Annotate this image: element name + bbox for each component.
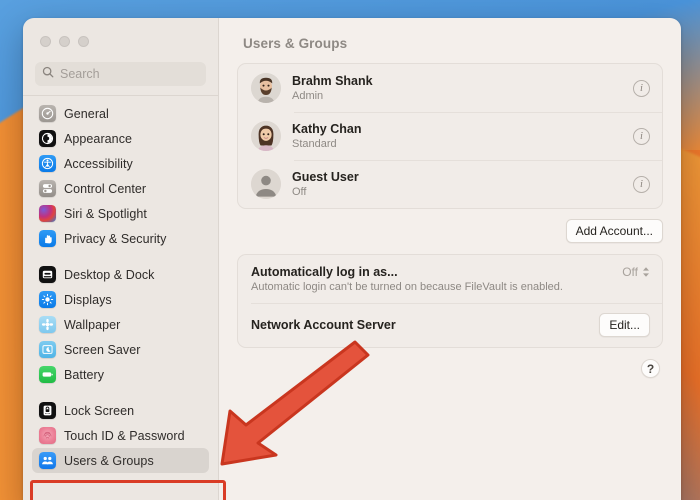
sidebar-item-label: Displays bbox=[64, 292, 112, 307]
setting-title: Automatically log in as... bbox=[251, 265, 398, 279]
help-row: ? bbox=[237, 359, 663, 378]
users-groups-icon bbox=[39, 452, 56, 469]
login-settings-card: Automatically log in as... Off Automatic l… bbox=[237, 254, 663, 348]
touch-id-icon bbox=[39, 427, 56, 444]
sidebar-item-privacy-security[interactable]: Privacy & Security bbox=[32, 226, 209, 251]
setting-top: Automatically log in as... Off bbox=[251, 265, 650, 279]
sidebar-item-label: Desktop & Dock bbox=[64, 267, 155, 282]
sidebar-item-label: Lock Screen bbox=[64, 403, 135, 418]
sidebar-item-label: Privacy & Security bbox=[64, 231, 167, 246]
user-name: Kathy Chan bbox=[292, 121, 362, 136]
user-meta: Kathy Chan Standard bbox=[292, 122, 633, 151]
sidebar-item-lock-screen[interactable]: Lock Screen bbox=[32, 398, 209, 423]
user-info-button[interactable]: i bbox=[633, 79, 650, 97]
sidebar-item-label: Wallpaper bbox=[64, 317, 121, 332]
annotation-highlight-box bbox=[30, 480, 226, 500]
lock-screen-icon bbox=[39, 402, 56, 419]
desktop-background: General Appearance Accessibility Control Ce… bbox=[0, 0, 700, 500]
sidebar-item-displays[interactable]: Displays bbox=[32, 287, 209, 312]
screen-saver-icon bbox=[39, 341, 56, 358]
sidebar-item-label: Control Center bbox=[64, 181, 147, 196]
control-center-icon bbox=[39, 180, 56, 197]
battery-icon bbox=[39, 366, 56, 383]
setting-row: Automatically log in as... Off Automatic l… bbox=[238, 255, 662, 303]
sidebar-item-wallpaper[interactable]: Wallpaper bbox=[32, 312, 209, 337]
users-list-card: Brahm Shank Admin i Kathy Chan Standard i Gues… bbox=[237, 63, 663, 209]
appearance-icon bbox=[39, 130, 56, 147]
avatar bbox=[251, 73, 281, 103]
setting-top: Network Account Server Edit... bbox=[251, 313, 650, 337]
gear-icon bbox=[39, 105, 56, 122]
sidebar-item-siri-spotlight[interactable]: Siri & Spotlight bbox=[32, 201, 209, 226]
siri-icon bbox=[39, 205, 56, 222]
sidebar-item-label: Siri & Spotlight bbox=[64, 206, 147, 221]
sidebar-item-battery[interactable]: Battery bbox=[32, 362, 209, 387]
user-name: Guest User bbox=[292, 169, 359, 184]
sidebar-item-list: General Appearance Accessibility Control Ce… bbox=[23, 96, 218, 473]
network-account-server-edit-button[interactable]: Edit... bbox=[599, 313, 650, 337]
user-meta: Brahm Shank Admin bbox=[292, 74, 633, 103]
search-input[interactable] bbox=[60, 67, 199, 81]
sidebar-item-label: Appearance bbox=[64, 131, 133, 146]
user-role: Standard bbox=[292, 137, 337, 150]
close-button[interactable] bbox=[40, 36, 51, 47]
add-account-row: Add Account... bbox=[237, 219, 663, 243]
auto-login-popup[interactable]: Off bbox=[622, 265, 650, 279]
sidebar-item-control-center[interactable]: Control Center bbox=[32, 176, 209, 201]
content-pane: Users & Groups Brahm Shank Admin i Kathy Ch… bbox=[219, 18, 681, 500]
zoom-button[interactable] bbox=[78, 36, 89, 47]
sidebar-item-desktop-dock[interactable]: Desktop & Dock bbox=[32, 262, 209, 287]
accessibility-icon bbox=[39, 155, 56, 172]
privacy-icon bbox=[39, 230, 56, 247]
avatar bbox=[251, 121, 281, 151]
help-button[interactable]: ? bbox=[641, 359, 660, 378]
system-settings-window: General Appearance Accessibility Control Ce… bbox=[23, 18, 681, 500]
desktop-dock-icon bbox=[39, 266, 56, 283]
window-controls bbox=[23, 27, 218, 57]
sidebar-item-touch-id-password[interactable]: Touch ID & Password bbox=[32, 423, 209, 448]
user-info-button[interactable]: i bbox=[633, 127, 650, 145]
sidebar-item-label: Users & Groups bbox=[64, 453, 154, 468]
sidebar-item-label: Battery bbox=[64, 367, 105, 382]
sidebar-item-label: Touch ID & Password bbox=[64, 428, 185, 443]
user-row[interactable]: Brahm Shank Admin i bbox=[238, 64, 662, 112]
search-icon bbox=[42, 65, 54, 83]
sidebar-item-label: Screen Saver bbox=[64, 342, 141, 357]
search-field[interactable] bbox=[35, 62, 206, 86]
sidebar-group-2: Desktop & Dock Displays Wallpaper Screen Sa… bbox=[32, 262, 209, 387]
user-role: Admin bbox=[292, 89, 324, 102]
setting-row: Network Account Server Edit... bbox=[238, 303, 662, 347]
avatar bbox=[251, 169, 281, 199]
user-info-button[interactable]: i bbox=[633, 175, 650, 193]
setting-title: Network Account Server bbox=[251, 318, 396, 332]
user-row[interactable]: Guest User Off i bbox=[238, 160, 662, 208]
sidebar-item-users-groups[interactable]: Users & Groups bbox=[32, 448, 209, 473]
user-name: Brahm Shank bbox=[292, 73, 373, 88]
sidebar-group-1: General Appearance Accessibility Control Ce… bbox=[32, 101, 209, 251]
sidebar-item-appearance[interactable]: Appearance bbox=[32, 126, 209, 151]
sidebar-item-general[interactable]: General bbox=[32, 101, 209, 126]
add-account-button[interactable]: Add Account... bbox=[565, 219, 663, 243]
search-container bbox=[23, 57, 218, 86]
setting-subtitle: Automatic login can't be turned on becau… bbox=[251, 281, 563, 293]
minimize-button[interactable] bbox=[59, 36, 70, 47]
wallpaper-icon bbox=[39, 316, 56, 333]
sidebar-group-3: Lock Screen Touch ID & Password Users & Gr… bbox=[32, 398, 209, 473]
sidebar: General Appearance Accessibility Control Ce… bbox=[23, 18, 226, 500]
sidebar-item-accessibility[interactable]: Accessibility bbox=[32, 151, 209, 176]
displays-icon bbox=[39, 291, 56, 308]
user-row[interactable]: Kathy Chan Standard i bbox=[238, 112, 662, 160]
user-meta: Guest User Off bbox=[292, 170, 633, 199]
user-role: Off bbox=[292, 185, 307, 198]
auto-login-value: Off bbox=[622, 265, 638, 279]
sidebar-item-label: General bbox=[64, 106, 109, 121]
chevron-up-down-icon bbox=[642, 266, 650, 278]
sidebar-item-label: Accessibility bbox=[64, 156, 133, 171]
sidebar-item-screen-saver[interactable]: Screen Saver bbox=[32, 337, 209, 362]
page-title: Users & Groups bbox=[243, 36, 348, 51]
